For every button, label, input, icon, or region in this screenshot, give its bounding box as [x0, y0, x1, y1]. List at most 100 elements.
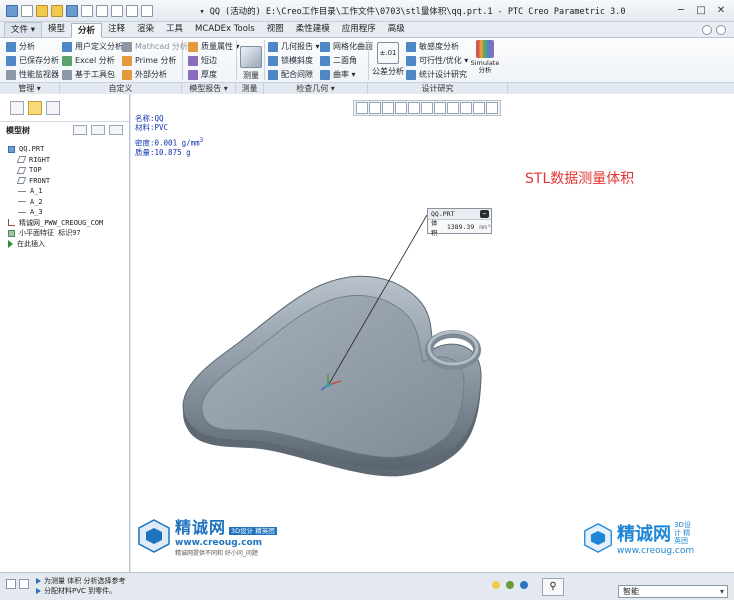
- tree-node[interactable]: 小平面特征 标识97: [0, 228, 129, 239]
- close-window-icon[interactable]: [141, 4, 153, 17]
- close-icon[interactable]: ✕: [712, 4, 730, 18]
- datum-display-icon[interactable]: [460, 102, 472, 114]
- collapse-ribbon-icon[interactable]: [702, 24, 712, 35]
- tree-node[interactable]: A_3: [0, 207, 129, 218]
- spin-center-icon[interactable]: [486, 102, 498, 114]
- tab-10[interactable]: 高级: [382, 22, 411, 37]
- tree-node[interactable]: TOP: [0, 165, 129, 176]
- tree-node[interactable]: A_1: [0, 186, 129, 197]
- user-defined-analysis-button[interactable]: 用户定义分析: [62, 41, 123, 52]
- toolkit-button[interactable]: 基于工具包: [62, 69, 115, 80]
- open-folder-2-icon[interactable]: [51, 4, 63, 17]
- refit-icon[interactable]: [356, 102, 368, 114]
- tab-3[interactable]: 注释: [102, 22, 131, 37]
- perspective-icon[interactable]: [447, 102, 459, 114]
- find-button[interactable]: ⚲: [542, 578, 564, 596]
- axis-icon: [18, 211, 26, 213]
- volume-query-box[interactable]: QQ.PRT − 体积 1389.39 mm³: [427, 208, 492, 237]
- repaint-icon[interactable]: [395, 102, 407, 114]
- annotation-display-icon[interactable]: [473, 102, 485, 114]
- tree-node[interactable]: FRONT: [0, 176, 129, 187]
- dihedral-angle-button[interactable]: 二面角: [320, 55, 357, 66]
- tab-0[interactable]: 文件 ▾: [4, 22, 42, 37]
- tab-6[interactable]: MCADEx Tools: [189, 22, 261, 37]
- display-style-icon[interactable]: [408, 102, 420, 114]
- maximize-icon[interactable]: □: [692, 4, 710, 18]
- saved-analysis-button[interactable]: 已保存分析: [6, 55, 59, 66]
- tab-7[interactable]: 视图: [261, 22, 290, 37]
- redo-icon[interactable]: [96, 4, 108, 17]
- tab-1[interactable]: 模型: [42, 22, 71, 37]
- toggle-browser-icon[interactable]: [19, 579, 29, 589]
- thickness-button[interactable]: 厚度: [188, 69, 217, 80]
- curvature-button[interactable]: 曲率 ▾: [320, 69, 356, 80]
- message-arrow-icon: [36, 578, 41, 584]
- mass-properties-button[interactable]: 质量属性 ▾: [188, 41, 240, 52]
- zoom-out-icon[interactable]: [382, 102, 394, 114]
- title-bar: ▾ QQ (活动的) E:\Creo工作目录\工作文件\0703\stl量体积\…: [0, 0, 734, 22]
- view-manager-icon[interactable]: [434, 102, 446, 114]
- draft-button[interactable]: 锁模斜度: [268, 55, 313, 66]
- cube-logo-icon: [138, 518, 170, 553]
- tab-9[interactable]: 应用程序: [336, 22, 382, 37]
- prime-analysis-button[interactable]: Prime 分析: [122, 55, 176, 66]
- windows-icon[interactable]: [126, 4, 138, 17]
- model-tree-tab-icon[interactable]: [10, 100, 24, 115]
- help-icon[interactable]: [716, 24, 726, 35]
- tree-show-icon[interactable]: [91, 125, 105, 135]
- plane-icon: [16, 177, 27, 185]
- axis-icon: [18, 201, 26, 203]
- save-icon[interactable]: [66, 4, 78, 17]
- tree-node-label: A_1: [30, 187, 43, 196]
- tab-5[interactable]: 工具: [160, 22, 189, 37]
- tree-node[interactable]: RIGHT: [0, 155, 129, 166]
- analysis-icon: [6, 41, 16, 52]
- tree-node[interactable]: 精诚网_PWW_CREOUG_COM: [0, 218, 129, 229]
- zoom-in-icon[interactable]: [369, 102, 381, 114]
- axis-icon: [18, 190, 26, 192]
- toggle-navigator-icon[interactable]: [6, 579, 16, 589]
- curvature-icon: [320, 69, 330, 80]
- open-folder-icon[interactable]: [36, 4, 48, 17]
- external-analysis-button[interactable]: 外部分析: [122, 69, 167, 80]
- tree-settings-icon[interactable]: [73, 125, 87, 135]
- geometry-report-icon: [268, 41, 278, 52]
- mass-properties-icon: [188, 41, 198, 52]
- undo-icon[interactable]: [81, 4, 93, 17]
- clearance-button[interactable]: 配合间隙: [268, 69, 313, 80]
- tolerance-analysis-button[interactable]: ±.01 公差分析: [372, 42, 404, 77]
- graphics-window[interactable]: 名称:QQ 材料:PVC 密度:0.001 g/mm3 质量:10.875 g …: [131, 94, 734, 572]
- simulate-analysis-button[interactable]: Simulate 分析: [468, 40, 502, 74]
- regenerate-icon[interactable]: [111, 4, 123, 17]
- mesh-surface-button[interactable]: 网格化曲面: [320, 41, 373, 52]
- measure-button[interactable]: 测量: [240, 46, 262, 81]
- statistical-study-button[interactable]: 统计设计研究: [406, 69, 467, 80]
- quick-access-toolbar: [0, 4, 153, 17]
- tab-8[interactable]: 柔性建模: [290, 22, 336, 37]
- tree-node[interactable]: A_2: [0, 197, 129, 208]
- performance-monitor-button[interactable]: 性能监视器: [6, 69, 59, 80]
- selection-filter-select[interactable]: 智能: [618, 585, 728, 598]
- folder-browser-tab-icon[interactable]: [28, 100, 42, 115]
- collapse-icon[interactable]: −: [480, 210, 489, 218]
- sensitivity-analysis-button[interactable]: 敏感度分析: [406, 41, 459, 52]
- analysis-button[interactable]: 分析: [6, 41, 35, 52]
- short-edge-button[interactable]: 短边: [188, 55, 217, 66]
- window-controls: ─ □ ✕: [672, 4, 734, 18]
- mathcad-analysis-button[interactable]: Mathcad 分析: [122, 41, 188, 52]
- tree-node[interactable]: 在此插入: [0, 239, 129, 250]
- tab-4[interactable]: 渲染: [131, 22, 160, 37]
- favorites-tab-icon[interactable]: [46, 100, 60, 115]
- feasibility-button[interactable]: 可行性/优化 ▾: [406, 55, 468, 66]
- saved-orientations-icon[interactable]: [421, 102, 433, 114]
- new-file-icon[interactable]: [21, 4, 33, 17]
- tab-2[interactable]: 分析: [70, 23, 102, 38]
- tree-node[interactable]: QQ.PRT: [0, 144, 129, 155]
- minimize-icon[interactable]: ─: [672, 4, 690, 18]
- csys-icon: [8, 219, 15, 227]
- geometry-report-button[interactable]: 几何报告 ▾: [268, 41, 320, 52]
- excel-analysis-button[interactable]: Excel 分析: [62, 55, 115, 66]
- message-line-1: 为测量 体积 分析选择参考: [36, 576, 125, 586]
- tree-more-icon[interactable]: [109, 125, 123, 135]
- ribbon-separator: [264, 40, 265, 80]
